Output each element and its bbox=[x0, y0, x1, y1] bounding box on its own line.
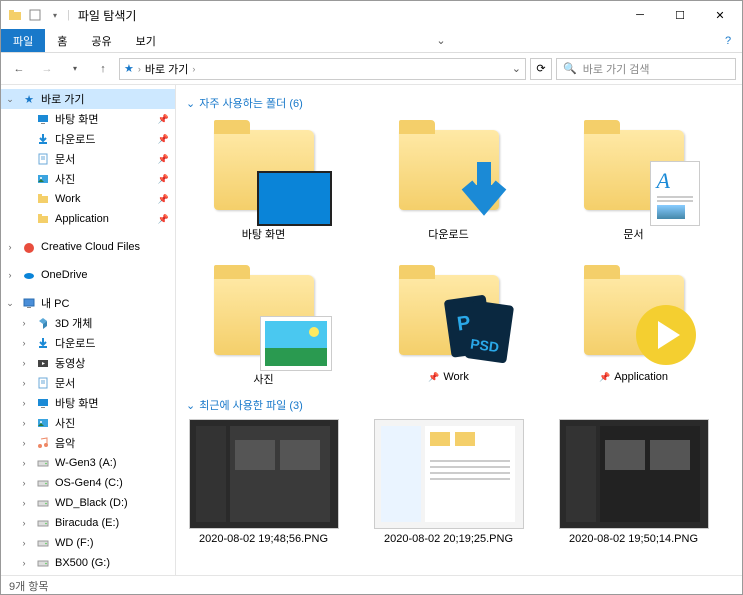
forward-button[interactable]: → bbox=[35, 57, 59, 81]
tree-item[interactable]: ›BX500 (G:) bbox=[1, 553, 175, 573]
search-icon: 🔍 bbox=[563, 62, 577, 75]
section-frequent[interactable]: ⌄자주 사용하는 폴더 (6) bbox=[186, 95, 732, 111]
folder-tile[interactable]: A문서 bbox=[556, 117, 711, 242]
folder-tile[interactable]: 다운로드 bbox=[371, 117, 526, 242]
tree-item[interactable]: ›다운로드 bbox=[1, 333, 175, 353]
tree-item[interactable]: 사진📌 bbox=[1, 169, 175, 189]
chevron-down-icon[interactable]: ⌄ bbox=[512, 62, 521, 75]
recent-dropdown[interactable]: ▾ bbox=[63, 57, 87, 81]
tree-item[interactable]: 다운로드📌 bbox=[1, 129, 175, 149]
folder-icon bbox=[7, 7, 23, 23]
title-bar: ▾ | 파일 탐색기 ─ ☐ ✕ bbox=[1, 1, 742, 29]
navigation-tree: ⌄★ 바로 가기 바탕 화면📌다운로드📌문서📌사진📌Work📌Applicati… bbox=[1, 85, 176, 575]
section-recent[interactable]: ⌄최근에 사용한 파일 (3) bbox=[186, 397, 732, 413]
qat-btn[interactable] bbox=[27, 7, 43, 23]
tree-creative-cloud[interactable]: › Creative Cloud Files bbox=[1, 237, 175, 257]
tree-item[interactable]: ›동영상 bbox=[1, 353, 175, 373]
ribbon-expand-button[interactable]: ⌄ bbox=[427, 29, 455, 52]
back-button[interactable]: ← bbox=[7, 57, 31, 81]
tree-item[interactable]: ›WD (F:) bbox=[1, 533, 175, 553]
file-tile[interactable]: 2020-08-02 19;48;56.PNG bbox=[186, 419, 341, 545]
folder-tile[interactable]: 사진 bbox=[186, 262, 341, 387]
tree-item[interactable]: ›음악 bbox=[1, 433, 175, 453]
address-bar: ← → ▾ ↑ ★ › 바로 가기 › ⌄ ⟳ 🔍 바로 가기 검색 bbox=[1, 53, 742, 85]
file-tile[interactable]: 2020-08-02 20;19;25.PNG bbox=[371, 419, 526, 545]
content-pane: ⌄자주 사용하는 폴더 (6) 바탕 화면다운로드A문서사진PsPSD📌Work… bbox=[176, 85, 742, 575]
folder-tile[interactable]: PsPSD📌Work bbox=[371, 262, 526, 387]
tree-item[interactable]: ›Biracuda (E:) bbox=[1, 513, 175, 533]
tree-item[interactable]: ›OS-Gen4 (C:) bbox=[1, 473, 175, 493]
tab-view[interactable]: 보기 bbox=[124, 29, 168, 52]
tree-item[interactable]: Work📌 bbox=[1, 189, 175, 209]
star-icon: ★ bbox=[124, 62, 134, 75]
tree-item[interactable]: ›문서 bbox=[1, 373, 175, 393]
tree-quick-access[interactable]: ⌄★ 바로 가기 bbox=[1, 89, 175, 109]
search-input[interactable]: 🔍 바로 가기 검색 bbox=[556, 58, 736, 80]
tree-item[interactable]: ›바탕 화면 bbox=[1, 393, 175, 413]
tree-item[interactable]: ›W-Gen3 (A:) bbox=[1, 453, 175, 473]
tree-item[interactable]: ›WD_Black (D:) bbox=[1, 493, 175, 513]
minimize-button[interactable]: ─ bbox=[620, 1, 660, 29]
help-button[interactable]: ? bbox=[714, 29, 742, 52]
tab-file[interactable]: 파일 bbox=[1, 29, 45, 52]
qat-dropdown-icon[interactable]: ▾ bbox=[47, 7, 63, 23]
tree-item[interactable]: ›사진 bbox=[1, 413, 175, 433]
folder-tile[interactable]: 바탕 화면 bbox=[186, 117, 341, 242]
up-button[interactable]: ↑ bbox=[91, 57, 115, 81]
address-field[interactable]: ★ › 바로 가기 › ⌄ bbox=[119, 58, 526, 80]
tree-item[interactable]: 바탕 화면📌 bbox=[1, 109, 175, 129]
maximize-button[interactable]: ☐ bbox=[660, 1, 700, 29]
ribbon: 파일 홈 공유 보기 ⌄ ? bbox=[1, 29, 742, 53]
tree-item[interactable]: Application📌 bbox=[1, 209, 175, 229]
window-title: 파일 탐색기 bbox=[78, 7, 137, 24]
tree-this-pc[interactable]: ⌄ 내 PC bbox=[1, 293, 175, 313]
tree-onedrive[interactable]: › OneDrive bbox=[1, 265, 175, 285]
tab-share[interactable]: 공유 bbox=[79, 29, 123, 52]
tree-item[interactable]: ›3D 개체 bbox=[1, 313, 175, 333]
folder-tile[interactable]: 📌Application bbox=[556, 262, 711, 387]
tree-item[interactable]: 문서📌 bbox=[1, 149, 175, 169]
refresh-button[interactable]: ⟳ bbox=[530, 58, 552, 80]
tree-item[interactable]: ›RAMDISK (Z:) bbox=[1, 573, 175, 575]
close-button[interactable]: ✕ bbox=[700, 1, 740, 29]
status-bar: 9개 항목 bbox=[1, 575, 742, 595]
file-tile[interactable]: 2020-08-02 19;50;14.PNG bbox=[556, 419, 711, 545]
tab-home[interactable]: 홈 bbox=[45, 29, 79, 52]
